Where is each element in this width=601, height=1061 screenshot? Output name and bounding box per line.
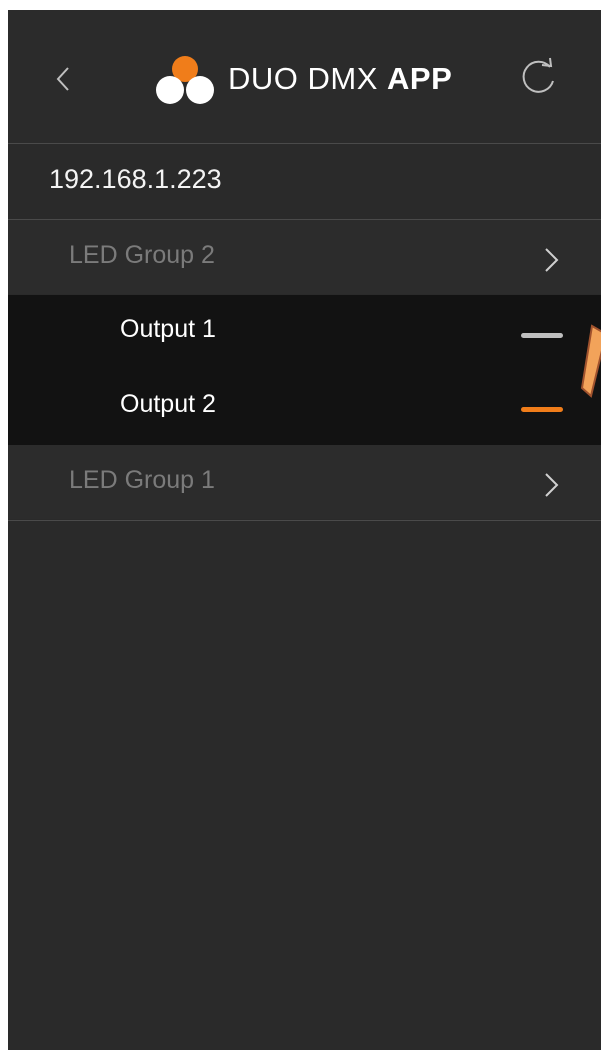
group-row-led-group-1[interactable]: LED Group 1 (8, 445, 601, 519)
app-title-bold: APP (387, 61, 453, 96)
annotation-marker (580, 324, 601, 398)
chevron-right-icon (545, 248, 559, 272)
chevron-left-icon (56, 67, 69, 91)
group-row-led-group-2[interactable]: LED Group 2 (8, 220, 601, 294)
app-title: DUO DMX APP (228, 59, 452, 99)
group-label: LED Group 1 (69, 466, 215, 494)
output-status-indicator-active (521, 407, 563, 412)
output-label: Output 1 (120, 315, 216, 343)
device-ip-row: 192.168.1.223 (8, 144, 601, 220)
output-label: Output 2 (120, 390, 216, 418)
duo-dmx-logo (156, 56, 214, 104)
group-outputs-list: Output 1 Output 2 (8, 295, 601, 445)
app-title-normal: DUO DMX (228, 61, 387, 96)
chevron-right-icon (545, 473, 559, 497)
list-divider (8, 520, 601, 521)
output-status-indicator (521, 333, 563, 338)
app-screen: DUO DMX APP 192.168.1.223 LED Group 2 Ou… (8, 10, 601, 1050)
app-header: DUO DMX APP (8, 10, 601, 144)
output-row-1[interactable]: Output 1 (8, 295, 601, 370)
device-ip-address: 192.168.1.223 (49, 164, 222, 194)
back-button[interactable] (48, 62, 78, 96)
group-label: LED Group 2 (69, 241, 215, 269)
refresh-icon[interactable] (516, 56, 560, 100)
output-row-2[interactable]: Output 2 (8, 370, 601, 445)
